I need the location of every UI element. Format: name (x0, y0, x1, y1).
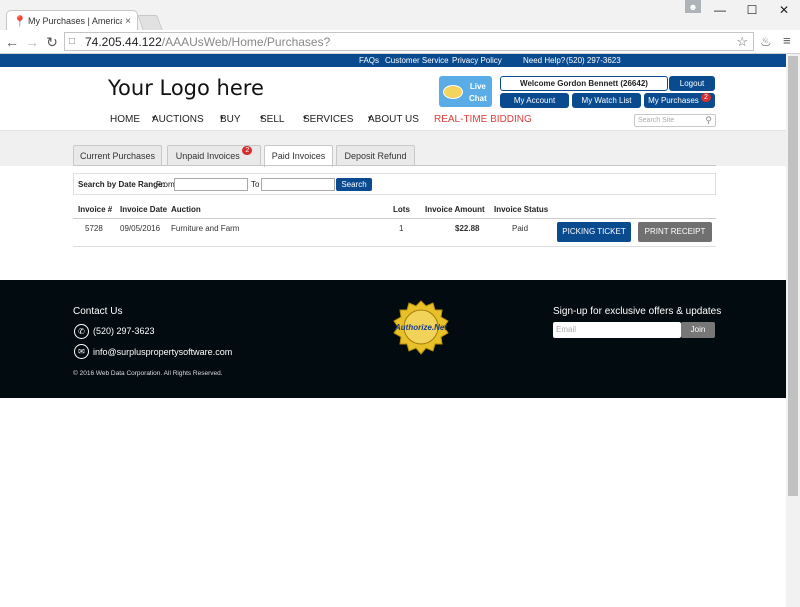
page-icon: □ (69, 36, 76, 47)
nav-home[interactable]: HOME (110, 114, 140, 125)
tab-paid-invoices[interactable]: Paid Invoices (264, 145, 333, 167)
tab-unpaid-invoices-label: Unpaid Invoices (175, 151, 240, 161)
search-icon[interactable]: ⚲ (705, 115, 712, 126)
my-purchases-label: My Purchases (648, 96, 699, 105)
tabs-divider (73, 165, 716, 166)
print-receipt-button[interactable]: PRINT RECEIPT (638, 222, 712, 242)
new-tab-button[interactable] (137, 15, 163, 30)
invoice-date: 09/05/2016 (120, 224, 161, 233)
page-viewport: FAQs Customer Service Privacy Policy Nee… (0, 54, 786, 607)
contact-title: Contact Us (73, 306, 123, 317)
extension-flame-icon[interactable]: ♨ (760, 34, 772, 50)
favicon-icon: 📍 (13, 15, 27, 28)
invoice-amount: $22.88 (455, 224, 480, 233)
col-invoice-amount: Invoice Amount (425, 205, 485, 214)
customer-service-link[interactable]: Customer Service (385, 56, 449, 65)
invoice-auction: Furniture and Farm (171, 224, 240, 233)
privacy-policy-link[interactable]: Privacy Policy (452, 56, 502, 65)
faqs-link[interactable]: FAQs (359, 56, 379, 65)
to-label: To (251, 180, 260, 189)
minimize-button[interactable]: — (706, 2, 734, 18)
browser-titlebar: 📍 My Purchases | American × ☻ — ☐ ✕ (0, 0, 800, 31)
reload-icon[interactable]: ↻ (44, 33, 60, 51)
col-lots: Lots (393, 205, 410, 214)
url-text: 74.205.44.122/AAAUsWeb/Home/Purchases? (85, 34, 331, 49)
tab-current-purchases[interactable]: Current Purchases (73, 145, 162, 166)
col-invoice-status: Invoice Status (494, 205, 549, 214)
newsletter-email-input[interactable]: Email (553, 322, 681, 338)
site-logo[interactable]: Your Logo here (108, 76, 264, 100)
back-icon[interactable]: ← (4, 33, 20, 51)
close-window-button[interactable]: ✕ (770, 2, 798, 18)
date-filter: Search by Date Range: From To Search (73, 173, 716, 195)
my-watch-list-button[interactable]: My Watch List (572, 93, 641, 108)
chevron-down-icon: ▾ (260, 115, 264, 122)
picking-ticket-button[interactable]: PICKING TICKET (557, 222, 631, 242)
chevron-down-icon: ▾ (220, 115, 224, 122)
footer-phone[interactable]: (520) 297-3623 (93, 326, 155, 336)
page-scrollbar[interactable] (786, 54, 800, 607)
from-date-input[interactable] (174, 178, 248, 191)
header-divider (73, 218, 716, 219)
tab-title: My Purchases | American (28, 16, 123, 26)
row-divider (73, 246, 716, 247)
phone-icon: ✆ (74, 324, 89, 339)
browser-toolbar: ← → ↻ □ 74.205.44.122/AAAUsWeb/Home/Purc… (0, 30, 800, 54)
date-range-label: Search by Date Range: (78, 180, 166, 189)
chevron-down-icon: ▾ (303, 115, 307, 122)
copyright: © 2016 Web Data Corporation. All Rights … (73, 370, 223, 377)
purchases-count-badge: 2 (701, 93, 711, 102)
welcome-message: Welcome Gordon Bennett (26642) (500, 76, 668, 91)
nav-real-time-bidding[interactable]: REAL-TIME BIDDING (434, 114, 532, 125)
signup-title: Sign-up for exclusive offers & updates (553, 306, 722, 317)
tab-close-icon[interactable]: × (125, 16, 131, 27)
col-invoice-date: Invoice Date (120, 205, 168, 214)
need-help-label: Need Help? (523, 56, 566, 65)
invoice-lots: 1 (399, 224, 404, 233)
maximize-button[interactable]: ☐ (738, 2, 766, 18)
invoice-number: 5728 (85, 224, 103, 233)
invoice-status: Paid (512, 224, 529, 233)
browser-tab[interactable]: 📍 My Purchases | American × (6, 10, 138, 31)
site-footer: Contact Us ✆ (520) 297-3623 ✉ info@surpl… (0, 280, 786, 398)
seal-text: Authorize.Net (394, 323, 447, 332)
tab-unpaid-invoices[interactable]: Unpaid Invoices 2 (167, 145, 261, 166)
chat-bubble-icon (443, 85, 463, 99)
col-auction: Auction (171, 205, 201, 214)
date-search-button[interactable]: Search (336, 178, 372, 191)
tab-deposit-refund[interactable]: Deposit Refund (336, 145, 415, 166)
chevron-down-icon: ▾ (368, 115, 372, 122)
live-chat-label-1: Live (469, 82, 486, 91)
help-phone[interactable]: (520) 297-3623 (566, 56, 621, 65)
my-account-button[interactable]: My Account (500, 93, 569, 108)
forward-icon[interactable]: → (24, 33, 40, 51)
chevron-down-icon: ▾ (152, 115, 156, 122)
bookmark-star-icon[interactable]: ☆ (736, 33, 748, 50)
address-bar[interactable]: □ 74.205.44.122/AAAUsWeb/Home/Purchases?… (64, 32, 754, 51)
live-chat-button[interactable]: Live Chat (439, 76, 492, 107)
profile-icon[interactable]: ☻ (685, 0, 701, 13)
col-invoice-number: Invoice # (78, 205, 113, 214)
envelope-icon: ✉ (74, 344, 89, 359)
scrollbar-thumb[interactable] (788, 56, 798, 496)
from-label: From (156, 180, 175, 189)
join-button[interactable]: Join (681, 322, 715, 338)
authorize-net-seal-icon[interactable]: Authorize.Net (391, 300, 451, 356)
unpaid-count-badge: 2 (242, 146, 253, 155)
logout-button[interactable]: Logout (669, 76, 715, 91)
menu-icon[interactable]: ≡ (783, 33, 791, 48)
to-date-input[interactable] (261, 178, 335, 191)
site-search-input[interactable]: Search Site ⚲ (634, 114, 716, 127)
my-purchases-button[interactable]: My Purchases 2 (644, 93, 715, 108)
utility-bar: FAQs Customer Service Privacy Policy Nee… (0, 54, 786, 67)
site-search-placeholder: Search Site (638, 117, 675, 124)
footer-email[interactable]: info@surpluspropertysoftware.com (93, 347, 232, 357)
live-chat-label-2: Chat (469, 94, 487, 103)
